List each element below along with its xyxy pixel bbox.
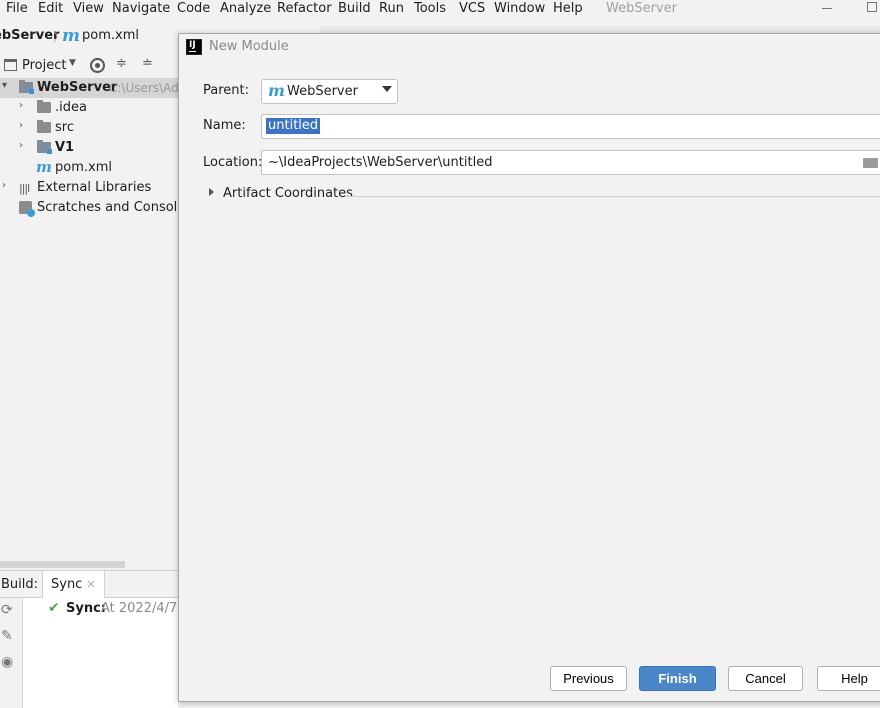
library-icon: |||l	[19, 182, 30, 195]
artifact-coordinates-label: Artifact Coordinates	[223, 186, 353, 201]
menu-run[interactable]: Run	[379, 0, 404, 18]
tree-item-webserver[interactable]: ▾ WebServer C:\Users\Ad	[0, 78, 178, 98]
chevron-down-icon[interactable]: ▾	[2, 80, 7, 91]
minimize-icon[interactable]	[822, 8, 832, 9]
build-panel: Build: Sync✕ ⟳ ✎ ◉ ✔ Sync: At 2022/4/7 1	[0, 570, 178, 708]
divider	[346, 196, 880, 197]
maven-icon: m	[36, 158, 52, 176]
close-icon[interactable]: ✕	[86, 578, 95, 591]
location-input[interactable]: ~\IdeaProjects\WebServer\untitled	[261, 150, 880, 175]
tree-item-idea[interactable]: › .idea	[0, 98, 178, 118]
menu-vcs[interactable]: VCS	[459, 0, 485, 18]
parent-select[interactable]: m WebServer	[261, 79, 398, 104]
project-view-selector[interactable]: Project	[22, 58, 66, 73]
sync-timestamp: At 2022/4/7 1	[101, 601, 178, 616]
tree-item-src[interactable]: › src	[0, 118, 178, 138]
locate-file-icon[interactable]	[90, 58, 105, 73]
breadcrumb-project[interactable]: ebServer	[0, 28, 59, 43]
new-module-dialog: IJ New Module Parent: m WebServer Name: …	[178, 33, 880, 702]
menu-file[interactable]: File	[6, 0, 28, 18]
tree-item-label: External Libraries	[37, 180, 152, 195]
artifact-coordinates-toggle[interactable]: Artifact Coordinates	[209, 185, 880, 205]
project-toolbar: Project ▼ ≑ ≐	[0, 54, 178, 78]
pin-icon[interactable]: ✎	[1, 628, 13, 644]
menu-refactor[interactable]: Refactor	[277, 0, 332, 18]
chevron-right-icon[interactable]: ›	[19, 120, 23, 131]
menu-edit[interactable]: Edit	[38, 0, 63, 18]
tree-item-external-libraries[interactable]: › |||l External Libraries	[0, 178, 178, 198]
check-icon: ✔	[48, 600, 60, 616]
menu-code[interactable]: Code	[177, 0, 210, 18]
previous-button[interactable]: Previous	[550, 666, 627, 691]
sync-icon[interactable]: ⟳	[1, 602, 13, 618]
tree-item-v1[interactable]: › V1	[0, 138, 178, 158]
tree-item-label: src	[55, 120, 74, 135]
name-input[interactable]: untitled	[261, 114, 880, 139]
tree-item-label: WebServer	[37, 80, 118, 95]
chevron-right-icon[interactable]: ›	[19, 100, 23, 111]
breadcrumb-file[interactable]: pom.xml	[82, 28, 139, 43]
folder-browse-icon[interactable]	[863, 158, 878, 168]
project-tree: ▾ WebServer C:\Users\Ad › .idea › src › …	[0, 78, 178, 558]
build-side-toolbar: ⟳ ✎ ◉	[0, 598, 23, 708]
name-input-value: untitled	[266, 118, 321, 134]
tree-item-label: .idea	[55, 100, 87, 115]
chevron-right-icon[interactable]: ›	[2, 180, 6, 191]
cancel-button[interactable]: Cancel	[728, 666, 803, 691]
menu-view[interactable]: View	[73, 0, 104, 18]
chevron-down-icon	[382, 86, 392, 92]
tree-item-label: pom.xml	[55, 160, 112, 175]
menu-navigate[interactable]: Navigate	[112, 0, 170, 18]
tree-item-scratches[interactable]: Scratches and Consoles	[0, 198, 178, 218]
menu-help[interactable]: Help	[553, 0, 583, 18]
chevron-right-icon[interactable]: ›	[19, 140, 23, 151]
scratches-icon	[19, 201, 35, 217]
chevron-down-icon[interactable]: ▼	[69, 58, 76, 68]
parent-label: Parent:	[203, 83, 249, 98]
eye-icon[interactable]: ◉	[1, 654, 13, 670]
tab-sync[interactable]: Sync ✕	[42, 571, 105, 598]
chevron-right-icon	[209, 188, 214, 196]
ide-window: { "menubar": { "items": ["File", "Edit",…	[0, 0, 880, 708]
parent-select-value: WebServer	[287, 84, 358, 99]
finish-button[interactable]: Finish	[639, 666, 716, 691]
tree-item-label: V1	[55, 140, 75, 155]
folder-icon	[37, 120, 51, 133]
expand-all-icon[interactable]: ≑	[116, 56, 127, 71]
tree-item-path-hint: C:\Users\Ad	[109, 81, 178, 95]
module-folder-icon	[37, 140, 52, 154]
maximize-icon[interactable]	[867, 2, 877, 12]
name-label: Name:	[203, 118, 246, 133]
sync-status: Sync:	[66, 601, 106, 616]
intellij-icon: IJ	[186, 39, 202, 55]
tab-sync-label: Sync	[51, 577, 83, 592]
folder-icon	[37, 100, 51, 113]
location-input-value: ~\IdeaProjects\WebServer\untitled	[268, 155, 493, 170]
tree-item-pom[interactable]: m pom.xml	[0, 158, 178, 178]
menu-analyze[interactable]: Analyze	[220, 0, 271, 18]
menu-bar: File Edit View Navigate Code Analyze Ref…	[0, 0, 880, 18]
help-button[interactable]: Help	[817, 666, 880, 691]
location-label: Location:	[203, 155, 263, 170]
maven-icon: m	[62, 26, 80, 46]
breadcrumb: ebServer 〉 m pom.xml	[0, 26, 178, 48]
horizontal-scrollbar[interactable]	[0, 561, 125, 568]
tree-item-label: Scratches and Consoles	[37, 200, 178, 215]
window-title: WebServer	[606, 1, 677, 16]
menu-tools[interactable]: Tools	[414, 0, 446, 18]
menu-build[interactable]: Build	[338, 0, 371, 18]
maven-icon: m	[268, 81, 285, 100]
dialog-title: New Module	[209, 39, 289, 54]
project-view-icon	[4, 59, 17, 71]
menu-window[interactable]: Window	[494, 0, 545, 18]
module-folder-icon	[19, 80, 34, 94]
collapse-all-icon[interactable]: ≐	[142, 56, 153, 71]
build-tab-bar: Build: Sync ✕	[0, 571, 178, 598]
build-panel-label: Build:	[1, 577, 39, 592]
